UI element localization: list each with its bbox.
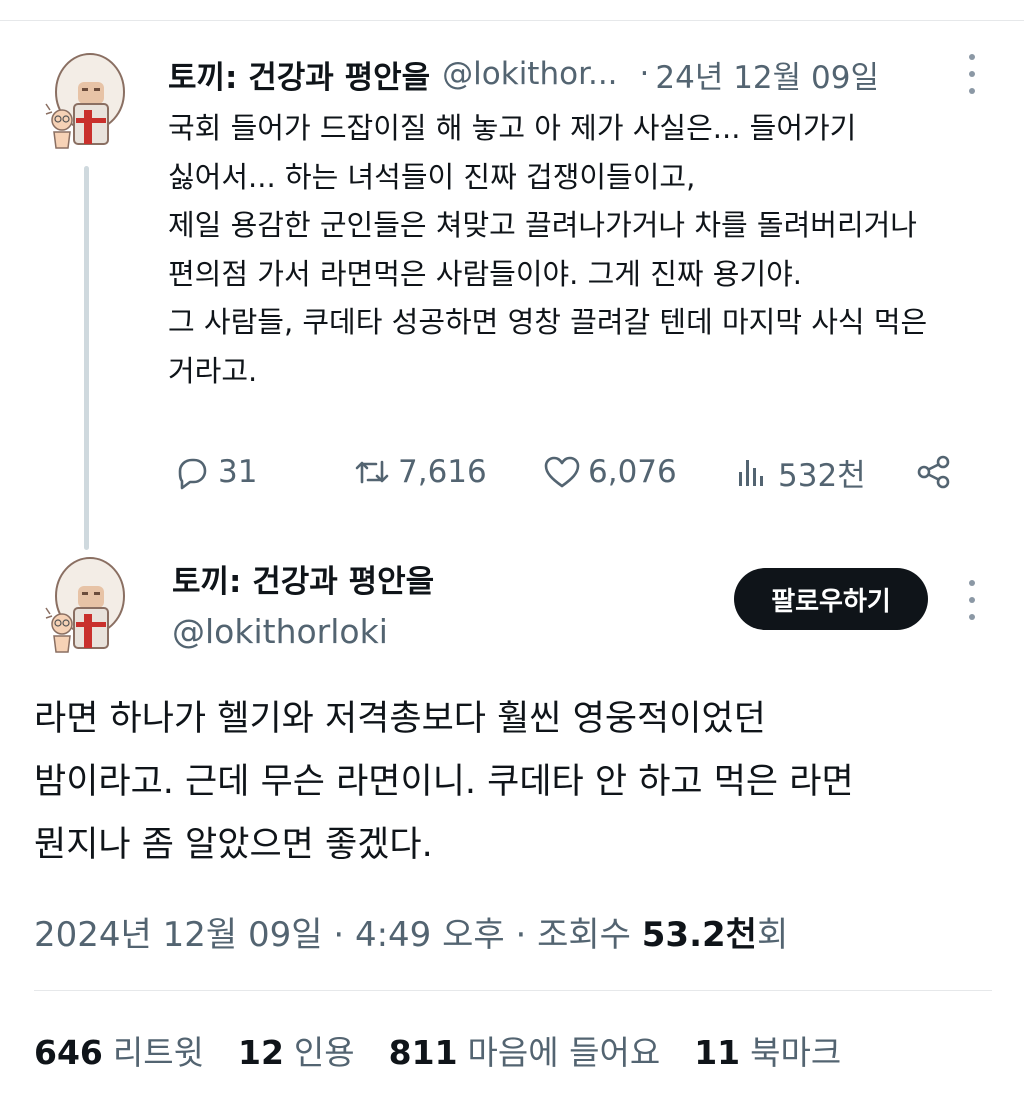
stat-label: 북마크 <box>750 1033 842 1072</box>
separator: · <box>639 56 650 92</box>
tweet-text-line: 뭔지나 좀 알았으면 좋겠다. <box>34 825 433 865</box>
tweet-actions: 31 7,616 6,076 532천 <box>172 448 962 496</box>
divider <box>34 990 992 991</box>
views-suffix: 회 <box>756 915 789 955</box>
stat-label: 마음에 들어요 <box>467 1033 661 1072</box>
avatar[interactable] <box>40 556 132 660</box>
views-value: 53.2천 <box>641 915 757 955</box>
tweet-date[interactable]: 2024년 12월 09일 <box>34 915 323 955</box>
tweet-text-line: 제일 용감한 군인들은 쳐맞고 끌려나가거나 차를 돌려버리거나 <box>168 208 917 242</box>
share-button[interactable] <box>914 448 960 496</box>
avatar-image <box>45 53 125 149</box>
stat-value: 646 <box>34 1033 103 1072</box>
views-icon <box>739 460 763 486</box>
heart-icon <box>544 456 580 488</box>
author-name[interactable]: 토끼: 건강과 평안을 <box>168 52 430 97</box>
follow-button[interactable]: 팔로우하기 <box>734 568 928 630</box>
more-options-icon[interactable] <box>962 580 982 620</box>
reply-icon <box>178 458 207 490</box>
tweet-text-line: 라면 하나가 헬기와 저격총보다 훨씬 영웅적이었던 <box>34 699 766 739</box>
tweet-text-line: 그 사람들, 쿠데타 성공하면 영창 끌려갈 텐데 마지막 사식 먹은 <box>168 305 928 339</box>
reply-count: 31 <box>218 454 258 490</box>
engagement-stats: 646 리트윗 12 인용 811 마음에 들어요 11 북마크 <box>34 1028 875 1078</box>
reply-button[interactable]: 31 <box>172 448 257 496</box>
tweet-date[interactable]: 24년 12월 09일 <box>655 52 879 97</box>
separator: · <box>333 915 345 955</box>
tweet-text-line: 싫어서... 하는 녀석들이 진짜 겁쟁이들이고, <box>168 159 696 194</box>
author-handle[interactable]: @lokithorloki <box>172 610 388 654</box>
avatar[interactable] <box>40 52 132 156</box>
tweet-text-line: 국회 들어가 드잡이질 해 놓고 아 제가 사실은... 들어가기 <box>168 111 857 145</box>
tweet-text: 라면 하나가 헬기와 저격총보다 훨씬 영웅적이었던 밤이라고. 근데 무슨 라… <box>34 688 994 877</box>
author-name[interactable]: 토끼: 건강과 평안을 <box>172 560 434 604</box>
tweet-text-line: 밤이라고. 근데 무슨 라면이니. 쿠데타 안 하고 먹은 라면 <box>34 762 854 802</box>
avatar-image <box>45 557 125 653</box>
tweet-header: 토끼: 건강과 평안을 @lokithor... · 24년 12월 09일 <box>168 52 879 96</box>
tweet-text-line: 편의점 가서 라면먹은 사람들이야. 그게 진짜 용기야. <box>168 256 803 291</box>
retweets-stat[interactable]: 646 리트윗 <box>34 1028 204 1078</box>
stat-value: 12 <box>237 1033 284 1072</box>
views-count: 532천 <box>778 457 866 494</box>
retweet-count: 7,616 <box>398 454 487 490</box>
more-options-icon[interactable] <box>962 54 982 94</box>
tweet-meta: 2024년 12월 09일 · 4:49 오후 · 조회수 53.2천회 <box>34 910 788 960</box>
tweet-time[interactable]: 4:49 오후 <box>355 915 505 955</box>
top-divider <box>0 20 1024 21</box>
share-icon <box>917 455 950 489</box>
retweet-icon <box>355 460 389 484</box>
like-count: 6,076 <box>588 454 677 490</box>
tweet-text-line: 거라고. <box>168 353 258 388</box>
author-handle[interactable]: @lokithor... <box>442 56 617 92</box>
bookmarks-stat[interactable]: 11 북마크 <box>694 1028 841 1078</box>
tweet-text: 국회 들어가 드잡이질 해 놓고 아 제가 사실은... 들어가기 싫어서...… <box>168 104 988 395</box>
quotes-stat[interactable]: 12 인용 <box>238 1028 355 1078</box>
views-label: 조회수 <box>537 915 631 955</box>
stat-value: 811 <box>388 1033 458 1072</box>
retweet-button[interactable]: 7,616 <box>352 448 487 496</box>
views-button[interactable]: 532천 <box>732 448 866 496</box>
like-button[interactable]: 6,076 <box>542 448 677 496</box>
stat-label: 리트윗 <box>112 1033 204 1072</box>
stat-label: 인용 <box>293 1033 355 1072</box>
separator: · <box>515 915 527 955</box>
stat-value: 11 <box>694 1033 741 1072</box>
likes-stat[interactable]: 811 마음에 들어요 <box>389 1028 661 1078</box>
thread-line <box>84 166 89 550</box>
